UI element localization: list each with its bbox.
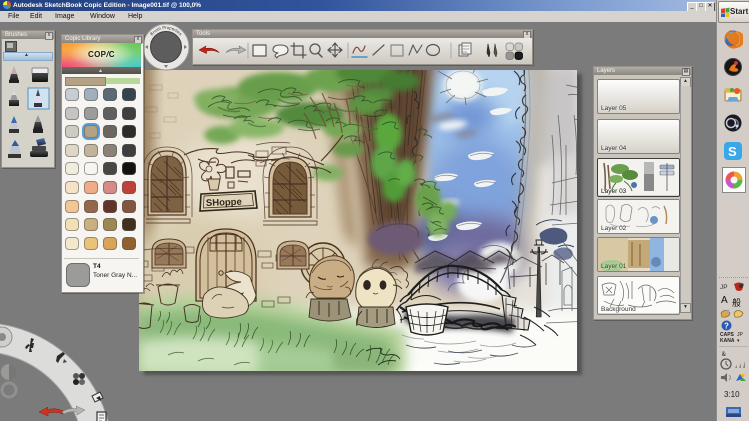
svg-text:?: ? (724, 322, 729, 331)
svg-text:S: S (728, 144, 737, 159)
svg-text:SHoppe: SHoppe (206, 197, 242, 209)
